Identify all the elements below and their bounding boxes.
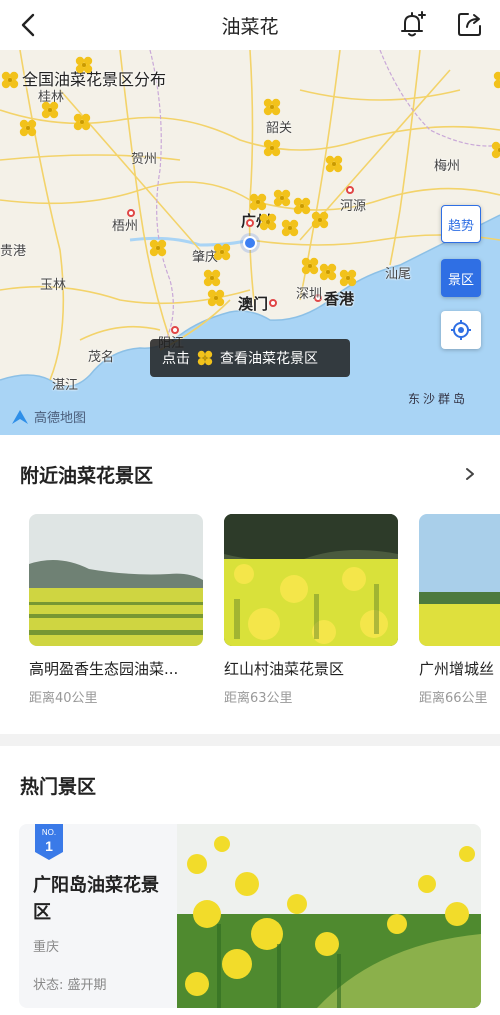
city-label: 香港 (324, 290, 355, 308)
city-label: 澳门 (238, 295, 269, 313)
nearby-card[interactable]: 高明盈香生态园油菜... 距离40公里 (29, 514, 203, 706)
nearby-distance: 距离63公里 (224, 691, 293, 706)
nearby-card[interactable]: 红山村油菜花景区 距离63公里 (224, 514, 398, 706)
scenic-photo (177, 824, 481, 1008)
rapeseed-marker-icon[interactable] (262, 138, 282, 158)
section-divider (0, 734, 500, 746)
share-icon[interactable] (456, 10, 484, 38)
rank-label: NO. (42, 828, 56, 837)
chevron-right-icon[interactable] (462, 464, 478, 484)
top-bar: 油菜花 (0, 0, 500, 50)
nearby-name: 红山村油菜花景区 (224, 660, 345, 678)
rapeseed-marker-icon[interactable] (262, 97, 282, 117)
amap-logo-icon (12, 409, 28, 424)
scenic-photo (224, 514, 398, 646)
hot-scenic-status: 状态: 盛开期 (33, 978, 107, 993)
rapeseed-marker-icon[interactable] (324, 154, 344, 174)
locate-icon (451, 320, 471, 340)
rapeseed-marker-icon[interactable] (212, 242, 232, 262)
rapeseed-marker-icon[interactable] (18, 118, 38, 138)
trend-button[interactable]: 趋势 (441, 205, 481, 243)
rapeseed-map[interactable]: 全国油菜花景区分布 桂林 韶关 贺州 梅州 河源 梧州 广州 肇庆 贵港 玉林 … (0, 50, 500, 435)
city-label: 梅州 (434, 159, 461, 174)
nearby-name: 广州增城丝 (419, 660, 495, 678)
city-label: 玉林 (40, 278, 67, 293)
rapeseed-marker-icon[interactable] (202, 268, 222, 288)
rapeseed-marker-icon[interactable] (292, 196, 312, 216)
map-attribution: 高德地图 (10, 407, 86, 426)
rapeseed-marker-icon[interactable] (338, 268, 358, 288)
tip-prefix: 点击 (162, 351, 190, 367)
rank-number: 1 (45, 838, 53, 854)
islands-label: 东沙群岛 (408, 392, 469, 406)
rapeseed-marker-icon[interactable] (74, 55, 94, 75)
subscribe-bell-icon[interactable] (396, 9, 428, 41)
rapeseed-marker-icon[interactable] (490, 140, 500, 160)
rapeseed-marker-icon[interactable] (40, 100, 60, 120)
rapeseed-marker-icon[interactable] (300, 256, 320, 276)
city-label: 贵港 (0, 244, 27, 259)
scenic-photo (419, 514, 500, 646)
city-label: 韶关 (266, 121, 293, 136)
city-label: 茂名 (88, 350, 115, 365)
locate-button[interactable] (441, 311, 481, 349)
city-label: 河源 (340, 199, 367, 214)
nearby-title: 附近油菜花景区 (20, 465, 154, 487)
nearby-card[interactable]: 广州增城丝 距离66公里 (419, 514, 500, 706)
tip-suffix: 查看油菜花景区 (220, 351, 318, 367)
nearby-distance: 距离66公里 (419, 691, 488, 706)
rapeseed-marker-icon[interactable] (280, 218, 300, 238)
rapeseed-flower-icon (197, 350, 213, 366)
rapeseed-marker-icon[interactable] (148, 238, 168, 258)
scenic-photo (29, 514, 203, 646)
city-label: 湛江 (52, 378, 79, 393)
scenic-spots-button[interactable]: 景区 (441, 259, 481, 297)
hot-scenic-city: 重庆 (33, 940, 60, 955)
rapeseed-marker-icon[interactable] (310, 210, 330, 230)
rapeseed-marker-icon[interactable] (492, 70, 500, 90)
city-label: 梧州 (112, 219, 139, 234)
nearby-name: 高明盈香生态园油菜... (29, 660, 179, 678)
map-tip[interactable]: 点击 查看油菜花景区 (150, 339, 350, 377)
attribution-text: 高德地图 (34, 411, 87, 426)
hot-scenic-card[interactable]: NO. 1 广阳岛油菜花景区 重庆 状态: 盛开期 (19, 824, 481, 1008)
rapeseed-marker-icon[interactable] (72, 112, 92, 132)
city-label: 贺州 (131, 152, 158, 167)
rapeseed-marker-icon[interactable] (206, 288, 226, 308)
rapeseed-marker-icon[interactable] (248, 192, 268, 212)
hot-scenic-name: 广阳岛油菜花景区 (33, 875, 159, 923)
city-label: 汕尾 (385, 267, 412, 282)
rapeseed-marker-icon[interactable] (258, 212, 278, 232)
city-label: 深圳 (296, 287, 323, 302)
rapeseed-marker-icon[interactable] (272, 188, 292, 208)
nearby-distance: 距离40公里 (29, 691, 98, 706)
hot-title: 热门景区 (20, 776, 97, 798)
rank-badge-icon: NO. 1 (35, 824, 63, 860)
rapeseed-marker-icon[interactable] (0, 70, 20, 90)
rapeseed-marker-icon[interactable] (318, 262, 338, 282)
